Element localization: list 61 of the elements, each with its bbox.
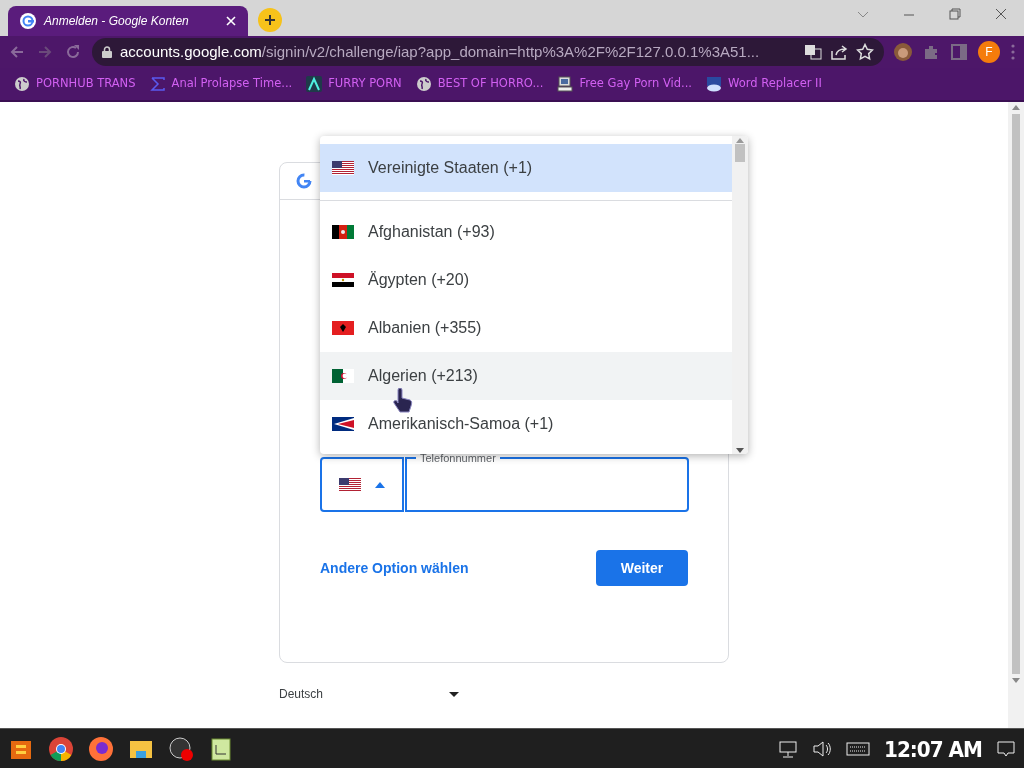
other-option-link[interactable]: Andere Option wählen [320, 557, 469, 579]
scroll-down-icon[interactable] [736, 446, 744, 454]
google-icon [20, 13, 36, 29]
plus-icon [264, 14, 276, 26]
computer-icon [557, 76, 574, 92]
side-panel-icon[interactable] [950, 43, 968, 61]
lambda-icon [306, 76, 323, 92]
notification-icon[interactable] [996, 739, 1016, 758]
fox-icon[interactable] [88, 735, 114, 762]
flag-icon [332, 273, 354, 287]
star-icon[interactable] [856, 43, 874, 61]
hand-cursor-icon [392, 388, 414, 414]
bookmark-link[interactable]: PORNHUB TRANS [14, 75, 136, 93]
caret-up-icon [375, 481, 385, 488]
flag-icon [332, 161, 354, 175]
country-option[interactable]: Algerien (+213) [320, 352, 732, 400]
avatar-icon[interactable] [894, 43, 912, 61]
country-option[interactable]: Afghanistan (+93) [320, 208, 732, 256]
lock-icon [102, 46, 112, 58]
volume-icon[interactable] [812, 739, 832, 758]
record-icon[interactable] [168, 735, 194, 762]
extensions-icon[interactable] [922, 43, 940, 61]
bookmark-link[interactable]: FURRY PORN [306, 75, 402, 93]
caret-down-icon[interactable] [449, 691, 459, 697]
bookmark-link[interactable]: Anal Prolapse Time... [149, 75, 293, 93]
globe-icon [14, 76, 30, 92]
scrollbar-thumb[interactable] [735, 144, 745, 162]
google-icon [296, 173, 312, 189]
bookmark-link[interactable]: Word Replacer II [706, 75, 822, 93]
network-icon[interactable] [778, 739, 798, 758]
url-text: accounts.google.com/signin/v2/challenge/iap?app_domain=http%3A%2F%2F127.0.0.1%3A51... [120, 41, 761, 62]
globe-icon [415, 76, 432, 92]
country-option[interactable]: Amerikanisch-Samoa (+1) [320, 400, 732, 448]
us-flag-icon [339, 477, 361, 492]
share-icon[interactable] [830, 44, 848, 60]
chrome-icon[interactable] [48, 735, 74, 762]
browser-tab[interactable]: Anmelden - Google Konten [8, 6, 248, 36]
bookmark-link[interactable]: Free Gay Porn Vid... [557, 75, 693, 93]
address-bar[interactable]: accounts.google.com/signin/v2/challenge/iap?app_domain=http%3A%2F%2F127.0.0.1%3A51... [92, 38, 884, 66]
close-icon[interactable] [226, 16, 236, 26]
flag-icon [332, 321, 354, 335]
country-option[interactable]: Ägypten (+20) [320, 256, 732, 304]
sigma-icon [149, 76, 166, 92]
notepad-icon[interactable] [208, 735, 234, 762]
keyboard-icon[interactable] [846, 741, 870, 756]
flag-icon [332, 225, 354, 239]
flag-icon [332, 417, 354, 431]
clock-text: 12:07 AM [884, 734, 982, 764]
country-option[interactable]: Vereinigte Staaten (+1) [320, 144, 732, 192]
new-tab-button[interactable] [258, 8, 282, 32]
cloud-icon [706, 76, 723, 92]
reload-icon[interactable] [64, 43, 82, 61]
flag-icon [332, 369, 354, 383]
country-select[interactable] [320, 457, 404, 512]
scrollbar-thumb[interactable] [1012, 114, 1020, 674]
menu-icon[interactable] [1010, 43, 1016, 61]
next-button[interactable]: Weiter [596, 550, 688, 586]
country-option[interactable]: Albanien (+355) [320, 304, 732, 352]
language-select[interactable]: Deutsch [279, 685, 324, 703]
translate-icon[interactable] [804, 44, 822, 60]
bookmark-link[interactable]: BEST OF HORRO... [415, 75, 544, 93]
